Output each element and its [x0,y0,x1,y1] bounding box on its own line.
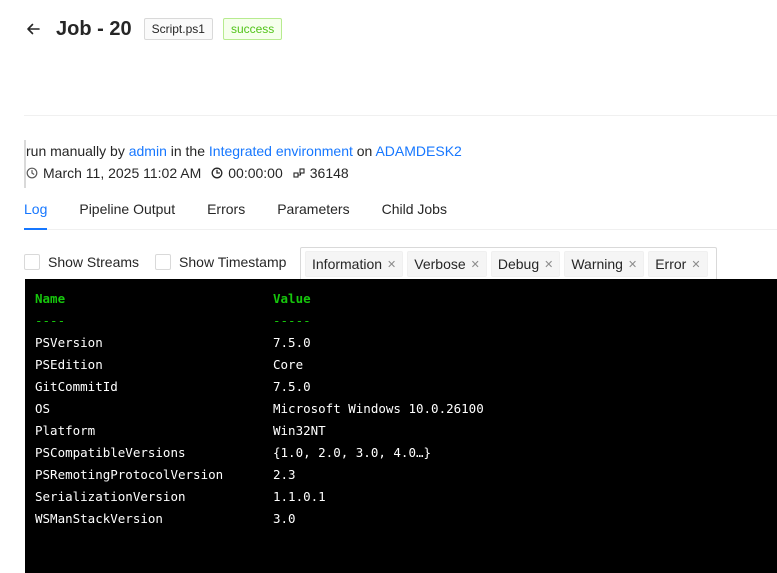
process-id: 36148 [293,165,349,181]
console-key: PSRemotingProtocolVersion [35,467,224,482]
stream-level-filter[interactable]: Information ✕ Verbose ✕ Debug ✕ Warning ✕ Er… [300,247,717,280]
show-timestamp-box[interactable] [155,254,172,270]
console-header-row: Name Value [25,291,777,313]
console-row: PSVersion 7.5.0 [25,335,777,357]
console-row: Platform Win32NT [25,423,777,445]
process-id-text: 36148 [309,165,349,181]
duration: 00:00:00 [211,165,283,181]
level-tag-warning: Warning ✕ [564,251,645,277]
level-label: Error [655,256,687,272]
status-badge: success [222,18,283,40]
show-timestamp-label: Show Timestamp [179,254,287,270]
run-prefix-text: run manually by [26,143,129,159]
process-icon [293,168,305,178]
console-key: SerializationVersion [35,489,186,504]
close-icon[interactable]: ✕ [628,258,637,271]
tab-log[interactable]: Log [24,192,48,230]
arrow-left-icon[interactable] [24,20,42,38]
clock-history-icon [26,167,38,179]
console-row: PSRemotingProtocolVersion 2.3 [25,467,777,489]
close-icon[interactable]: ✕ [691,258,700,271]
run-info: run manually by admin in the Integrated … [26,143,462,159]
close-icon[interactable]: ✕ [387,258,396,271]
console-key: GitCommitId [35,379,118,394]
console-value: 3.0 [273,511,296,526]
console-value-header: Value [273,291,311,306]
console-value: 1.1.0.1 [273,489,326,504]
page-header: Job - 20 Script.ps1 success [24,14,292,44]
show-timestamp-checkbox[interactable]: Show Timestamp [155,254,286,270]
level-label: Information [312,256,383,272]
close-icon[interactable]: ✕ [471,258,480,271]
console-name-header: Name [35,291,66,306]
level-tag-debug: Debug ✕ [490,251,561,277]
duration-text: 00:00:00 [228,165,283,181]
console-row: WSManStackVersion 3.0 [25,511,777,533]
user-link[interactable]: admin [129,143,167,159]
level-label: Warning [571,256,623,272]
job-summary: run manually by admin in the Integrated … [24,140,777,188]
header-divider [24,115,777,116]
log-options: Show Streams Show Timestamp [24,247,302,277]
close-icon[interactable]: ✕ [544,258,553,271]
job-tabs: Log Pipeline Output Errors Parameters Ch… [24,192,777,230]
in-the-text: in the [166,143,209,159]
level-label: Verbose [414,256,466,272]
console-key: OS [35,401,51,416]
on-text: on [352,143,376,159]
console-name-separator: ---- [35,313,66,328]
console-row: GitCommitId 7.5.0 [25,379,777,401]
console-value: Microsoft Windows 10.0.26100 [273,401,484,416]
console-separator-row: ---- ----- [25,313,777,335]
console-key: WSManStackVersion [35,511,163,526]
level-tag-error: Error ✕ [648,251,708,277]
console-key: PSVersion [35,335,103,350]
tab-pipeline-output[interactable]: Pipeline Output [79,192,175,229]
console-row: SerializationVersion 1.1.0.1 [25,489,777,511]
console-value: Win32NT [273,423,326,438]
clock-icon [211,167,223,179]
show-streams-checkbox[interactable]: Show Streams [24,254,139,270]
console-value: 2.3 [273,467,296,482]
level-tag-information: Information ✕ [305,251,404,277]
console-row: PSCompatibleVersions {1.0, 2.0, 3.0, 4.0…… [25,445,777,467]
log-console[interactable]: Name Value ---- ----- PSVersion 7.5.0 PSEdi… [25,279,777,573]
host-link[interactable]: ADAMDESK2 [375,143,461,159]
show-streams-box[interactable] [24,254,40,270]
script-tag: Script.ps1 [143,18,213,40]
console-row: PSEdition Core [25,357,777,379]
show-streams-label: Show Streams [48,254,140,270]
console-key: PSCompatibleVersions [35,445,186,460]
console-value: Core [273,357,304,372]
level-label: Debug [497,256,540,272]
page-title: Job - 20 [56,17,132,40]
console-value: {1.0, 2.0, 3.0, 4.0…} [273,445,432,460]
environment-link[interactable]: Integrated environment [209,143,353,159]
start-time: March 11, 2025 11:02 AM [26,165,201,181]
console-key: PSEdition [35,357,103,372]
level-tag-verbose: Verbose ✕ [407,251,487,277]
start-time-text: March 11, 2025 11:02 AM [43,165,202,181]
tab-errors[interactable]: Errors [207,192,245,229]
console-key: Platform [35,423,96,438]
tab-parameters[interactable]: Parameters [277,192,349,229]
console-row: OS Microsoft Windows 10.0.26100 [25,401,777,423]
console-value: 7.5.0 [273,335,311,350]
job-meta: March 11, 2025 11:02 AM 00:00:00 36148 [26,165,359,181]
tab-child-jobs[interactable]: Child Jobs [382,192,447,229]
console-value-separator: ----- [273,313,311,328]
console-value: 7.5.0 [273,379,311,394]
